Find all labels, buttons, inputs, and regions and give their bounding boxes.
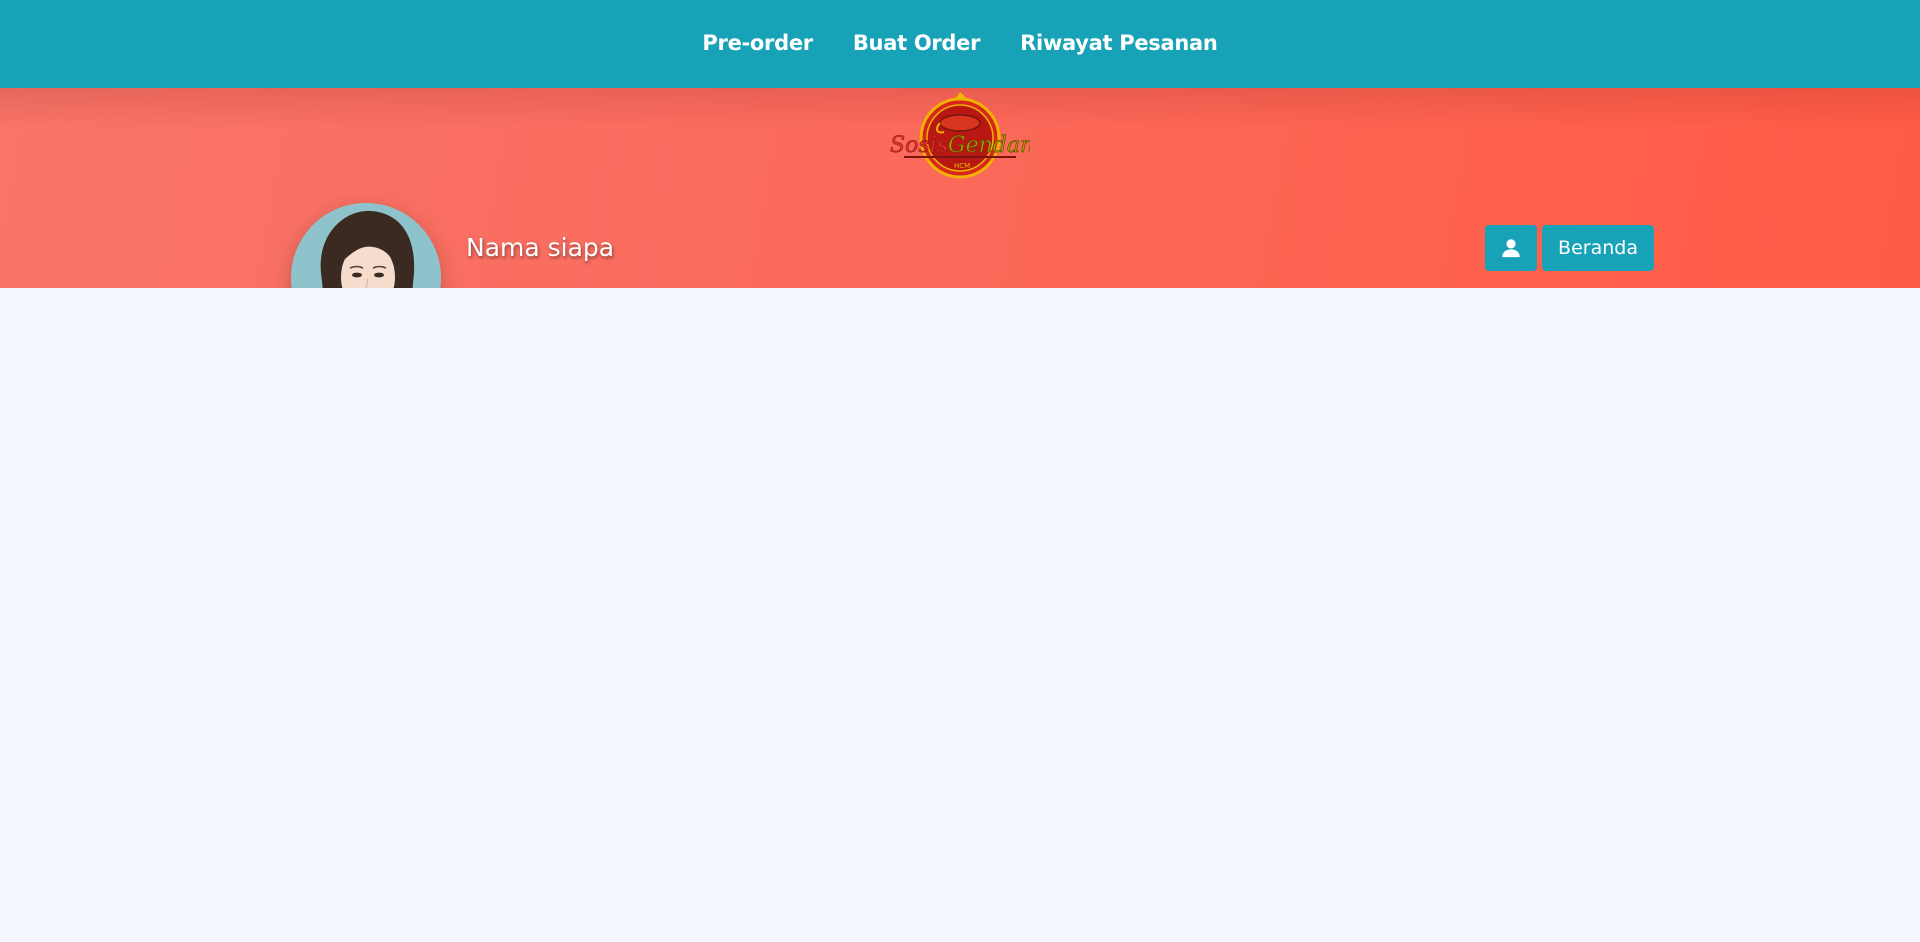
nav-link-buat-order[interactable]: Buat Order: [853, 31, 981, 55]
nav-link-riwayat-pesanan[interactable]: Riwayat Pesanan: [1020, 31, 1218, 55]
profile-user-button[interactable]: [1485, 225, 1537, 271]
top-navbar: Pre-order Buat Order Riwayat Pesanan: [0, 0, 1920, 88]
user-icon: [1502, 239, 1520, 258]
svg-text:Gendang: Gendang: [948, 133, 1030, 158]
beranda-button[interactable]: Beranda: [1542, 225, 1654, 271]
main-content: [0, 288, 1920, 942]
brand-logo: Sosis Gendang HCM: [888, 90, 1030, 182]
svg-text:Sosis: Sosis: [890, 133, 948, 158]
profile-name: Nama siapa: [466, 233, 615, 262]
svg-text:HCM: HCM: [954, 162, 970, 170]
nav-link-pre-order[interactable]: Pre-order: [702, 31, 813, 55]
